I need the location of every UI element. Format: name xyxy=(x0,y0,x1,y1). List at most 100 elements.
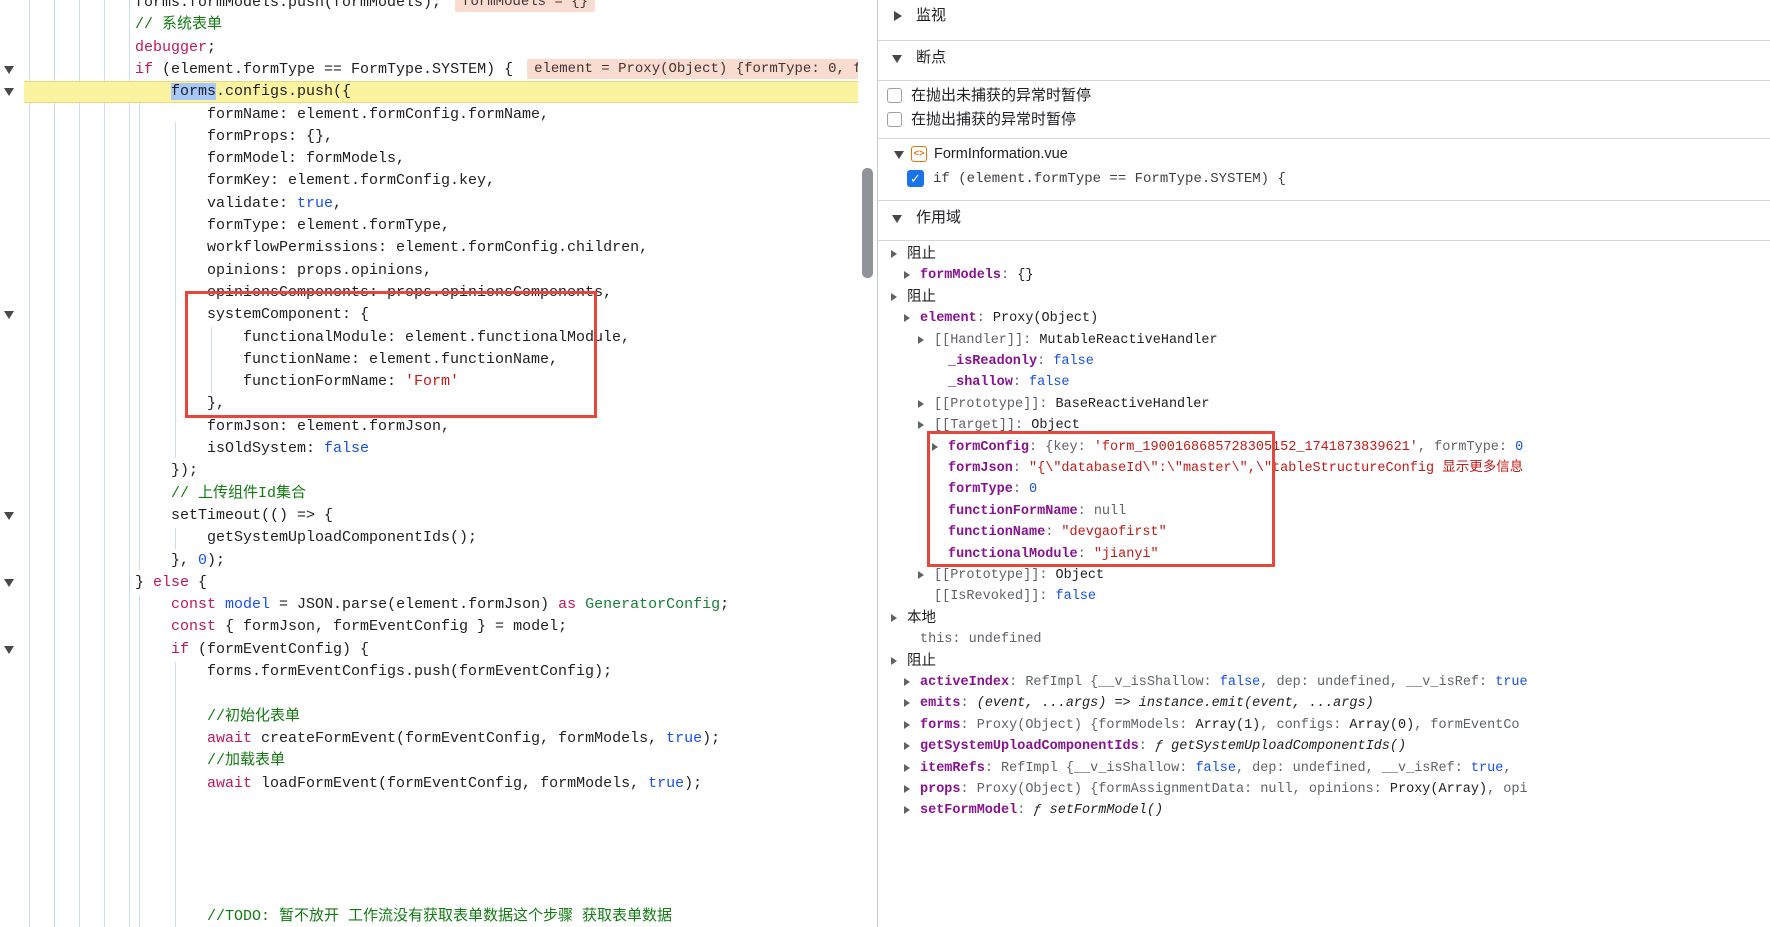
code-token: GeneratorConfig xyxy=(585,596,720,613)
expand-arrow-icon[interactable] xyxy=(904,271,910,279)
breakpoint-file-group[interactable]: <> FormInformation.vue xyxy=(878,142,1770,166)
code-line[interactable]: const model = JSON.parse(element.formJso… xyxy=(0,594,858,616)
expand-arrow-icon[interactable] xyxy=(904,742,910,750)
fold-toggle-icon[interactable] xyxy=(4,646,14,654)
checkbox-checked[interactable]: ✓ xyxy=(907,170,924,187)
fold-toggle-icon[interactable] xyxy=(4,88,14,96)
scrollbar-thumb[interactable] xyxy=(862,168,873,278)
code-line[interactable]: formModel: formModels, xyxy=(0,148,858,170)
expand-arrow-icon[interactable] xyxy=(904,806,910,814)
code-token: formType: element.formType, xyxy=(207,217,450,234)
chevron-down-icon[interactable] xyxy=(892,55,902,63)
source-editor[interactable]: forms.formModels.push(formModels);formMo… xyxy=(0,0,858,927)
code-line[interactable]: forms.configs.push({ xyxy=(0,81,858,103)
scope-row[interactable]: formModels: {} xyxy=(878,265,1770,286)
code-line[interactable]: const { formJson, formEventConfig } = mo… xyxy=(0,616,858,638)
scope-row[interactable]: [[Prototype]]: Object xyxy=(878,565,1770,586)
expand-arrow-icon[interactable] xyxy=(904,764,910,772)
code-line[interactable]: if (formEventConfig) { xyxy=(0,639,858,661)
scope-row[interactable]: forms: Proxy(Object) {formModels: Array(… xyxy=(878,715,1770,736)
checkbox-unchecked[interactable] xyxy=(887,112,902,127)
chevron-down-icon[interactable] xyxy=(894,151,904,159)
breakpoint-entry[interactable]: ✓ if (element.formType == FormType.SYSTE… xyxy=(878,166,1770,192)
code-line[interactable]: getSystemUploadComponentIds(); xyxy=(0,527,858,549)
scope-token: : xyxy=(1039,568,1055,583)
code-line[interactable]: forms.formModels.push(formModels);formMo… xyxy=(0,0,858,14)
expand-arrow-icon[interactable] xyxy=(904,721,910,729)
code-line[interactable]: // 系统表单 xyxy=(0,14,858,36)
expand-arrow-icon[interactable] xyxy=(904,785,910,793)
expand-arrow-icon[interactable] xyxy=(918,400,924,408)
scope-row[interactable]: 阻止 xyxy=(878,244,1770,265)
scope-row[interactable]: element: Proxy(Object) xyxy=(878,308,1770,329)
expand-arrow-icon[interactable] xyxy=(918,571,924,579)
code-line[interactable]: validate: true, xyxy=(0,193,858,215)
code-line[interactable]: // 上传组件Id集合 xyxy=(0,483,858,505)
code-line[interactable]: formJson: element.formJson, xyxy=(0,416,858,438)
fold-toggle-icon[interactable] xyxy=(4,311,14,319)
code-line[interactable]: }); xyxy=(0,460,858,482)
fold-toggle-icon[interactable] xyxy=(4,66,14,74)
code-line[interactable]: formKey: element.formConfig.key, xyxy=(0,170,858,192)
expand-arrow-icon[interactable] xyxy=(891,614,897,622)
expand-arrow-icon[interactable] xyxy=(891,250,897,258)
scope-row[interactable]: [[IsRevoked]]: false xyxy=(878,586,1770,607)
annotation-box-scope xyxy=(927,431,1275,567)
code-line[interactable]: await loadFormEvent(formEventConfig, for… xyxy=(0,773,858,795)
code-line[interactable]: opinions: props.opinions, xyxy=(0,260,858,282)
code-line[interactable]: //TODO: 暂不放开 工作流没有获取表单数据这个步骤 获取表单数据 xyxy=(0,906,858,927)
code-line[interactable]: formName: element.formConfig.formName, xyxy=(0,104,858,126)
scope-row[interactable]: _isReadonly: false xyxy=(878,351,1770,372)
scope-row[interactable]: props: Proxy(Object) {formAssignmentData… xyxy=(878,779,1770,800)
scope-token: 本地 xyxy=(907,610,936,626)
code-line[interactable]: //初始化表单 xyxy=(0,706,858,728)
code-line[interactable]: }, 0); xyxy=(0,550,858,572)
code-line[interactable]: isOldSystem: false xyxy=(0,438,858,460)
code-line[interactable]: } else { xyxy=(0,572,858,594)
code-line[interactable]: debugger; xyxy=(0,37,858,59)
expand-arrow-icon[interactable] xyxy=(918,336,924,344)
scope-row[interactable]: 阻止 xyxy=(878,287,1770,308)
scope-row[interactable]: getSystemUploadComponentIds: ƒ getSystem… xyxy=(878,736,1770,757)
code-line[interactable]: formProps: {}, xyxy=(0,126,858,148)
section-breakpoints[interactable]: 断点 xyxy=(878,44,1770,72)
code-line[interactable]: setTimeout(() => { xyxy=(0,505,858,527)
expand-arrow-icon[interactable] xyxy=(891,657,897,665)
inline-eval-badge: formModels = {} xyxy=(455,0,595,12)
expand-arrow-icon[interactable] xyxy=(891,293,897,301)
pause-on-caught-exceptions-row[interactable]: 在抛出捕获的异常时暂停 xyxy=(878,108,1770,132)
code-token: // 上传组件Id集合 xyxy=(171,485,306,502)
code-line[interactable]: if (element.formType == FormType.SYSTEM)… xyxy=(0,59,858,81)
scope-token: RefImpl {__v_isShallow: xyxy=(1025,675,1219,690)
expand-arrow-icon[interactable] xyxy=(904,314,910,322)
scope-row[interactable]: setFormModel: ƒ setFormModel() xyxy=(878,800,1770,821)
scope-row[interactable]: this: undefined xyxy=(878,629,1770,650)
scope-row[interactable]: [[Handler]]: MutableReactiveHandler xyxy=(878,330,1770,351)
pause-on-uncaught-exceptions-row[interactable]: 在抛出未捕获的异常时暂停 xyxy=(878,84,1770,108)
scope-row[interactable]: itemRefs: RefImpl {__v_isShallow: false,… xyxy=(878,758,1770,779)
scope-token: getSystemUploadComponentIds xyxy=(920,739,1139,754)
code-line[interactable]: forms.formEventConfigs.push(formEventCon… xyxy=(0,661,858,683)
scope-row[interactable]: _shallow: false xyxy=(878,372,1770,393)
fold-toggle-icon[interactable] xyxy=(4,579,14,587)
scope-token: true xyxy=(1471,761,1503,776)
expand-arrow-icon[interactable] xyxy=(904,678,910,686)
scope-row[interactable]: 本地 xyxy=(878,608,1770,629)
editor-scrollbar[interactable] xyxy=(858,0,877,927)
code-line[interactable]: await createFormEvent(formEventConfig, f… xyxy=(0,728,858,750)
code-line[interactable]: workflowPermissions: element.formConfig.… xyxy=(0,237,858,259)
section-scope[interactable]: 作用域 xyxy=(878,204,1770,232)
chevron-right-icon[interactable] xyxy=(894,11,902,21)
code-line[interactable]: //加载表单 xyxy=(0,750,858,772)
code-line[interactable]: formType: element.formType, xyxy=(0,215,858,237)
scope-row[interactable]: 阻止 xyxy=(878,651,1770,672)
fold-toggle-icon[interactable] xyxy=(4,512,14,520)
scope-row[interactable]: emits: (event, ...args) => instance.emit… xyxy=(878,693,1770,714)
scope-row[interactable]: activeIndex: RefImpl {__v_isShallow: fal… xyxy=(878,672,1770,693)
expand-arrow-icon[interactable] xyxy=(918,421,924,429)
scope-row[interactable]: [[Prototype]]: BaseReactiveHandler xyxy=(878,394,1770,415)
chevron-down-icon[interactable] xyxy=(892,215,902,223)
section-watch[interactable]: 监视 xyxy=(878,2,1770,30)
checkbox-unchecked[interactable] xyxy=(887,88,902,103)
expand-arrow-icon[interactable] xyxy=(904,699,910,707)
